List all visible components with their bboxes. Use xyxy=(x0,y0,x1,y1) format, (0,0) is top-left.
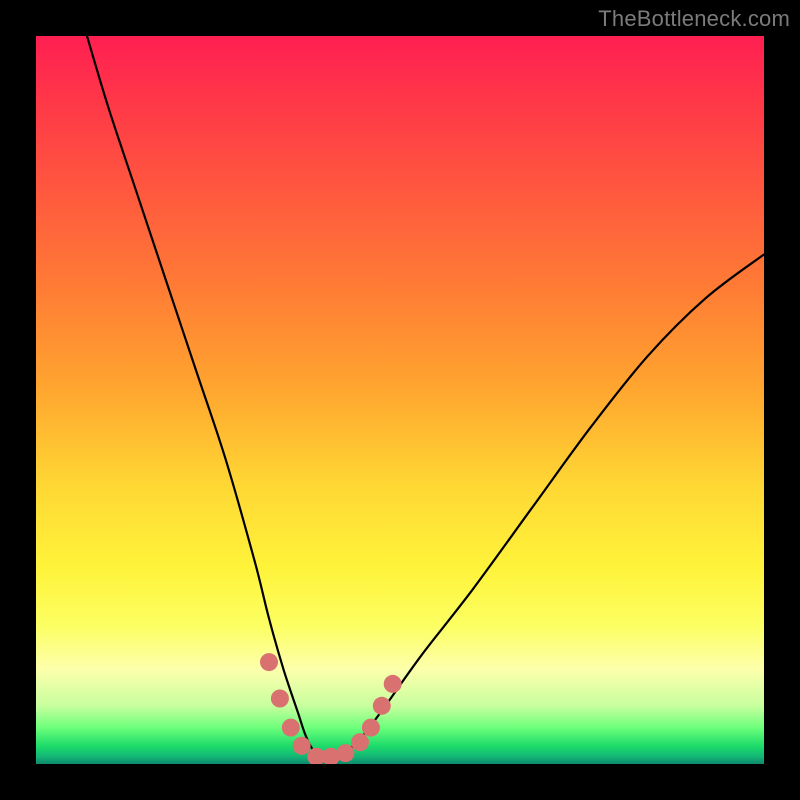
marker-dot xyxy=(384,675,402,693)
marker-dot xyxy=(373,697,391,715)
highlight-markers xyxy=(260,653,402,764)
plot-area xyxy=(36,36,764,764)
marker-dot xyxy=(336,744,354,762)
marker-dot xyxy=(362,719,380,737)
marker-dot xyxy=(271,690,289,708)
watermark-text: TheBottleneck.com xyxy=(598,6,790,32)
chart-frame: TheBottleneck.com xyxy=(0,0,800,800)
marker-dot xyxy=(351,733,369,751)
bottleneck-curve xyxy=(87,36,764,757)
marker-dot xyxy=(282,719,300,737)
marker-dot xyxy=(293,737,311,755)
marker-dot xyxy=(260,653,278,671)
chart-svg xyxy=(36,36,764,764)
